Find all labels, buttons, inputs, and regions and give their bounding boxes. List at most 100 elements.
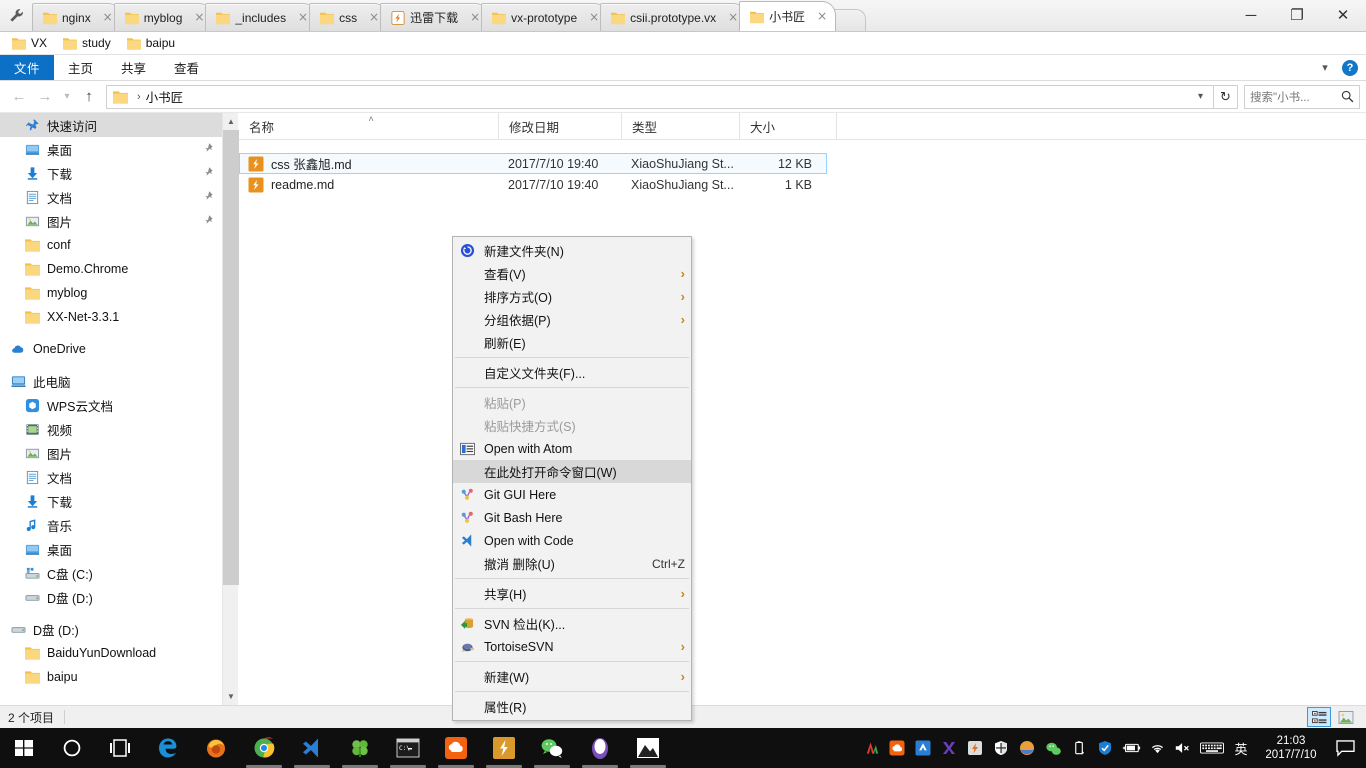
wechat-icon[interactable] — [528, 728, 576, 768]
pin-icon[interactable] — [201, 166, 214, 179]
sidebar-item-downloads-pc[interactable]: 下载 — [0, 489, 222, 513]
egg-app-icon[interactable] — [576, 728, 624, 768]
breadcrumb-path[interactable]: 小书匠 — [146, 87, 184, 106]
security-shield-icon[interactable] — [1092, 728, 1118, 768]
table-row[interactable]: readme.md 2017/7/10 19:40 XiaoShuJiang S… — [239, 174, 827, 195]
kingsoft-icon[interactable] — [858, 728, 884, 768]
sidebar-item-wps-cloud[interactable]: WPS云文档 — [0, 393, 222, 417]
touch-keyboard-icon[interactable] — [1196, 728, 1228, 768]
xiaoshujiang-icon[interactable] — [480, 728, 528, 768]
large-icons-view-icon[interactable] — [1334, 707, 1358, 727]
tab-css[interactable]: css × — [309, 3, 389, 31]
search-input[interactable]: 搜索"小书... — [1244, 84, 1360, 109]
menu-item-sort-by[interactable]: 排序方式(O) › — [453, 285, 691, 308]
help-icon[interactable]: ? — [1342, 59, 1358, 76]
sidebar-item-this-pc[interactable]: 此电脑 — [0, 369, 222, 393]
chevron-down-icon[interactable]: ▾ — [1316, 61, 1334, 74]
sidebar-item-drive-c[interactable]: C盘 (C:) — [0, 561, 222, 585]
cortana-circle-icon[interactable] — [48, 728, 96, 768]
menu-item-git-bash-here[interactable]: Git Bash Here — [453, 506, 691, 529]
photos-icon[interactable] — [624, 728, 672, 768]
shortcut-vx[interactable]: VX — [8, 35, 55, 51]
refresh-icon[interactable]: ↻ — [1214, 84, 1238, 109]
sidebar-item-drive-d[interactable]: D盘 (D:) — [0, 585, 222, 609]
maximize-button[interactable]: ❐ — [1274, 0, 1320, 31]
navigation-scrollbar[interactable]: ▲ ▼ — [222, 113, 239, 705]
usb-eject-icon[interactable] — [1066, 728, 1092, 768]
pin-icon[interactable] — [201, 214, 214, 227]
edge-icon[interactable] — [144, 728, 192, 768]
menu-item-open-with-code[interactable]: Open with Code — [453, 529, 691, 552]
column-header-type[interactable]: 类型 — [622, 113, 740, 139]
volume-muted-icon[interactable] — [1170, 728, 1196, 768]
column-header-size[interactable]: 大小 — [740, 113, 837, 139]
recent-locations-button[interactable]: ▾ — [58, 85, 76, 109]
sidebar-item-baiduyundownload[interactable]: BaiduYunDownload — [0, 641, 222, 665]
sidebar-item-myblog[interactable]: myblog — [0, 281, 222, 305]
close-icon[interactable]: × — [101, 10, 115, 25]
tab-myblog[interactable]: myblog × — [113, 3, 214, 31]
sidebar-item-documents[interactable]: 文档 — [0, 185, 222, 209]
close-button[interactable]: ✕ — [1320, 0, 1366, 31]
chrome-icon[interactable] — [240, 728, 288, 768]
close-icon[interactable]: × — [367, 10, 381, 25]
tab-includes[interactable]: _includes × — [205, 3, 318, 31]
menu-item-open-with-atom[interactable]: Open with Atom — [453, 437, 691, 460]
sidebar-item-conf[interactable]: conf — [0, 233, 222, 257]
menu-item-new-folder[interactable]: 新建文件夹(N) — [453, 239, 691, 262]
shortcut-study[interactable]: study — [59, 35, 119, 51]
chevron-up-icon[interactable]: ▲ — [223, 113, 239, 130]
sidebar-item-pictures[interactable]: 图片 — [0, 209, 222, 233]
column-header-modified[interactable]: 修改日期 — [499, 113, 622, 139]
pin-icon[interactable] — [201, 190, 214, 203]
menu-item-undo-delete[interactable]: 撤消 删除(U) Ctrl+Z — [453, 552, 691, 575]
action-center-icon[interactable] — [1328, 728, 1362, 768]
menu-item-customize-folder[interactable]: 自定义文件夹(F)... — [453, 361, 691, 384]
sidebar-item-desktop-pc[interactable]: 桌面 — [0, 537, 222, 561]
menu-item-git-gui-here[interactable]: Git GUI Here — [453, 483, 691, 506]
tab-view[interactable]: 查看 — [160, 55, 213, 80]
close-icon[interactable]: × — [296, 10, 310, 25]
menu-item-tortoisesvn[interactable]: TortoiseSVN › — [453, 635, 691, 658]
tab-vx-prototype[interactable]: vx-prototype × — [481, 3, 609, 31]
menu-item-share[interactable]: 共享(H) › — [453, 582, 691, 605]
menu-item-open-command-window[interactable]: 在此处打开命令窗口(W) — [453, 460, 691, 483]
tab-nginx[interactable]: nginx × — [32, 3, 122, 31]
xmind-icon[interactable] — [936, 728, 962, 768]
sidebar-item-drive-d-root[interactable]: D盘 (D:) — [0, 617, 222, 641]
wechat-tray-icon[interactable] — [1040, 728, 1066, 768]
sidebar-item-demo-chrome[interactable]: Demo.Chrome — [0, 257, 222, 281]
baidu-netdisk-tray-icon[interactable] — [884, 728, 910, 768]
breadcrumb[interactable]: › 小书匠 ▾ — [106, 84, 1214, 109]
close-icon[interactable]: × — [587, 10, 601, 25]
sidebar-item-quick-access[interactable]: 快速访问 — [0, 113, 222, 137]
close-icon[interactable]: × — [815, 9, 829, 24]
sidebar-item-documents-pc[interactable]: 文档 — [0, 465, 222, 489]
sidebar-item-onedrive[interactable]: OneDrive — [0, 337, 222, 361]
back-button[interactable]: ← — [6, 85, 32, 109]
baidu-netdisk-icon[interactable] — [432, 728, 480, 768]
sidebar-item-music[interactable]: 音乐 — [0, 513, 222, 537]
tab-csii-prototype[interactable]: csii.prototype.vx × — [600, 3, 748, 31]
tab-share[interactable]: 共享 — [107, 55, 160, 80]
task-view-icon[interactable] — [96, 728, 144, 768]
scrollbar-thumb[interactable] — [223, 130, 239, 585]
close-icon[interactable]: × — [726, 10, 740, 25]
sidebar-item-downloads[interactable]: 下载 — [0, 161, 222, 185]
menu-item-refresh[interactable]: 刷新(E) — [453, 331, 691, 354]
windows-start-icon[interactable] — [0, 728, 48, 768]
menu-item-view[interactable]: 查看(V) › — [453, 262, 691, 285]
tab-xiaoshujiang[interactable]: 小书匠 × — [739, 1, 837, 31]
shortcut-baipu[interactable]: baipu — [123, 35, 183, 51]
sidebar-item-xx-net[interactable]: XX-Net-3.3.1 — [0, 305, 222, 329]
chevron-down-icon[interactable]: ▾ — [1192, 91, 1209, 102]
wifi-icon[interactable] — [1144, 728, 1170, 768]
menu-item-properties[interactable]: 属性(R) — [453, 695, 691, 718]
battery-icon[interactable] — [1118, 728, 1144, 768]
breadcrumb-separator[interactable]: › — [132, 91, 146, 103]
table-row[interactable]: css 张鑫旭.md 2017/7/10 19:40 XiaoShuJiang … — [239, 153, 827, 174]
windows-defender-icon[interactable] — [988, 728, 1014, 768]
chevron-down-icon[interactable]: ▼ — [223, 688, 239, 705]
menu-item-new[interactable]: 新建(W) › — [453, 665, 691, 688]
menu-item-group-by[interactable]: 分组依据(P) › — [453, 308, 691, 331]
